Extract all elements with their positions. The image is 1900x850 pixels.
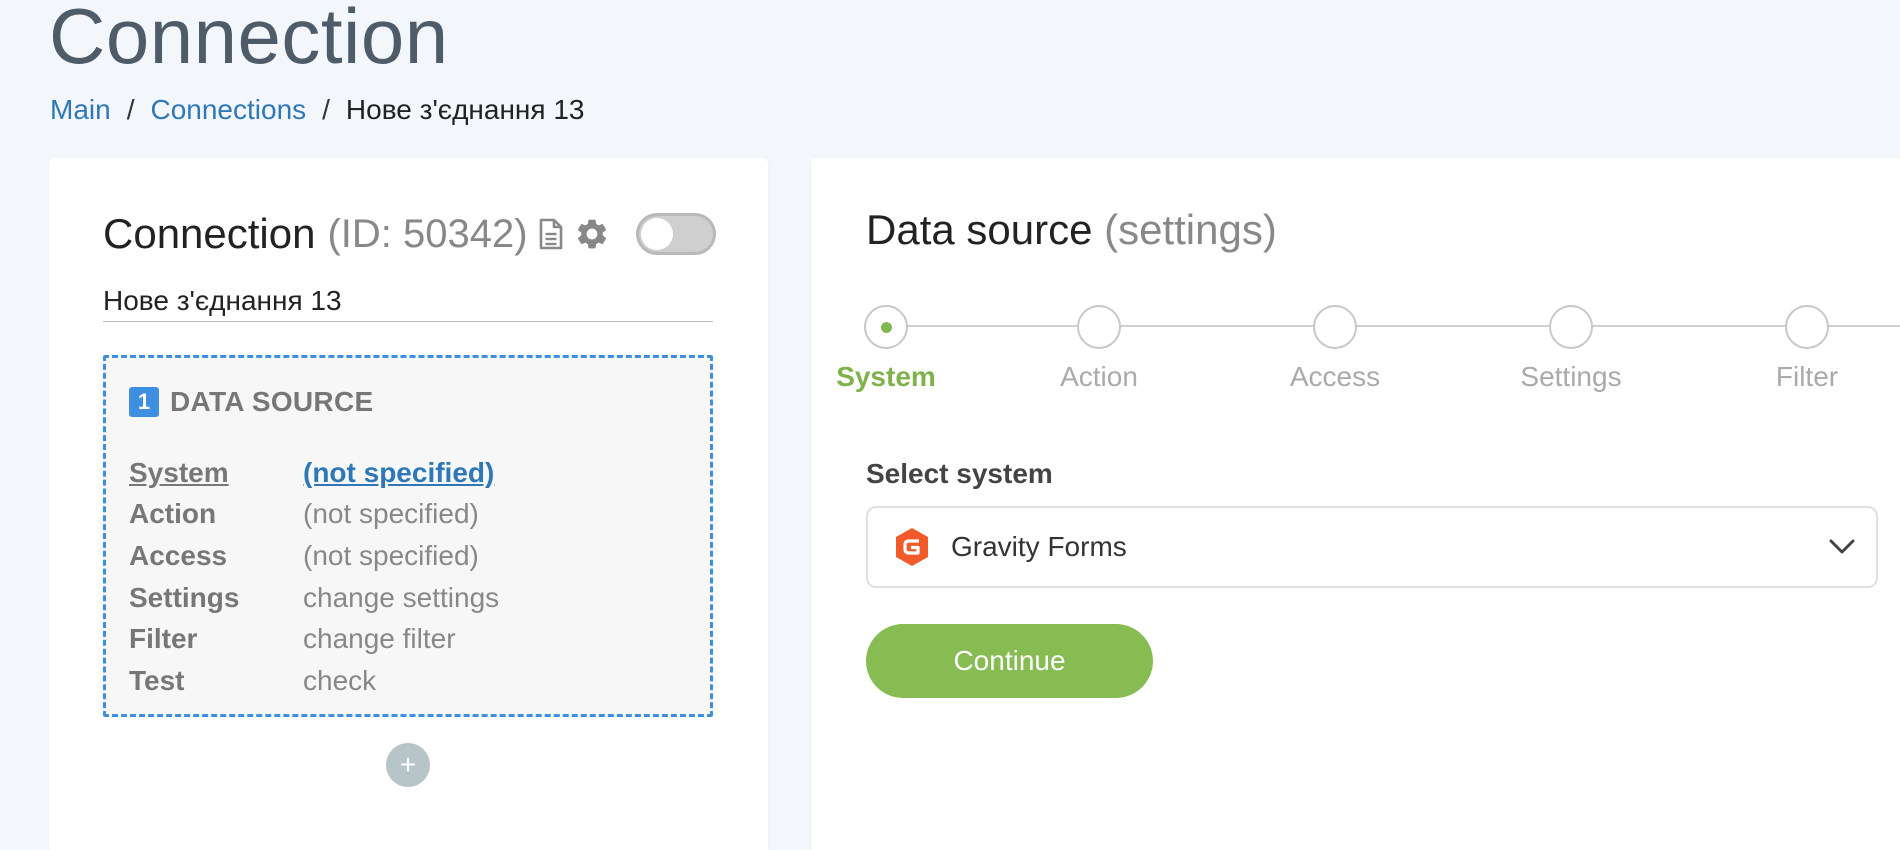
stepper: System Action Access Settings Filter <box>836 305 1900 405</box>
system-select[interactable]: Gravity Forms <box>866 506 1878 588</box>
data-source-value: check <box>303 664 377 696</box>
breadcrumb-separator: / <box>126 94 135 125</box>
data-source-title: DATA SOURCE <box>170 386 374 417</box>
breadcrumb-current: Нове з'єднання 13 <box>345 94 585 125</box>
data-source-value: change filter <box>303 623 456 655</box>
settings-title: Data source (settings) <box>866 206 1277 254</box>
step-label: Filter <box>1775 361 1839 392</box>
data-source-header: 1 DATA SOURCE <box>129 386 373 418</box>
gravity-forms-icon <box>894 527 930 567</box>
step-label: Settings <box>1520 361 1622 392</box>
step-circle[interactable] <box>1077 305 1121 349</box>
data-source-row-access: Access (not specified) <box>129 535 499 577</box>
data-source-value: (not specified) <box>303 498 479 530</box>
data-source-label: Settings <box>129 581 240 613</box>
connection-title: Connection <box>103 210 316 257</box>
toggle-knob <box>640 218 673 250</box>
breadcrumb: Main / Connections / Нове з'єднання 13 <box>50 94 584 126</box>
breadcrumb-separator: / <box>322 94 330 125</box>
data-source-label: Access <box>129 539 228 571</box>
connection-name-input[interactable] <box>103 280 713 322</box>
connection-panel: Connection (ID: 50342) 1 DATA SOURCE <box>49 158 768 850</box>
data-source-row-action: Action (not specified) <box>129 494 499 536</box>
document-icon[interactable] <box>538 218 564 250</box>
step-label: System <box>836 361 936 392</box>
chevron-down-icon <box>1828 538 1856 561</box>
step-access[interactable]: Access <box>1275 305 1395 393</box>
step-label: Access <box>1289 361 1381 392</box>
data-source-number: 1 <box>129 387 159 417</box>
step-action[interactable]: Action <box>1039 305 1159 393</box>
step-settings[interactable]: Settings <box>1511 305 1631 393</box>
step-circle[interactable] <box>1313 305 1357 349</box>
data-source-row-system: System (not specified) <box>129 452 499 494</box>
select-system-label: Select system <box>866 458 1053 489</box>
data-source-rows: System (not specified) Action (not speci… <box>129 452 499 702</box>
gear-icon[interactable] <box>574 216 610 252</box>
selected-system: Gravity Forms <box>951 531 1127 562</box>
breadcrumb-main[interactable]: Main <box>50 94 111 126</box>
settings-title-main: Data source <box>866 206 1093 253</box>
connection-header: Connection (ID: 50342) <box>103 206 716 262</box>
data-source-label: Filter <box>129 623 198 655</box>
data-source-label: Action <box>129 498 217 530</box>
data-source-label: Test <box>129 664 185 696</box>
connection-id: (ID: 50342) <box>327 211 528 256</box>
step-circle[interactable] <box>1549 305 1593 349</box>
page-title: Connection <box>49 0 449 80</box>
connection-toggle[interactable] <box>635 213 716 255</box>
continue-button[interactable]: Continue <box>866 624 1153 698</box>
settings-title-muted: (settings) <box>1104 206 1277 253</box>
step-filter[interactable]: Filter <box>1747 305 1867 393</box>
data-source-row-filter: Filter change filter <box>129 618 499 660</box>
data-source-row-test: Test check <box>129 660 499 702</box>
data-source-label[interactable]: System <box>129 457 303 489</box>
data-source-value[interactable]: (not specified) <box>303 457 494 489</box>
data-source-row-settings: Settings change settings <box>129 577 499 619</box>
step-label: Action <box>1060 361 1138 392</box>
step-circle[interactable] <box>1785 305 1829 349</box>
data-source-block[interactable]: 1 DATA SOURCE System (not specified) Act… <box>103 355 713 717</box>
data-source-value: (not specified) <box>303 539 479 571</box>
step-system[interactable]: System <box>826 305 946 393</box>
step-circle[interactable] <box>864 305 908 349</box>
data-source-settings-panel: Data source (settings) System Action Acc… <box>811 158 1900 850</box>
data-source-value: change settings <box>303 581 500 613</box>
breadcrumb-connections[interactable]: Connections <box>150 94 306 126</box>
add-block-button[interactable]: + <box>386 743 430 787</box>
